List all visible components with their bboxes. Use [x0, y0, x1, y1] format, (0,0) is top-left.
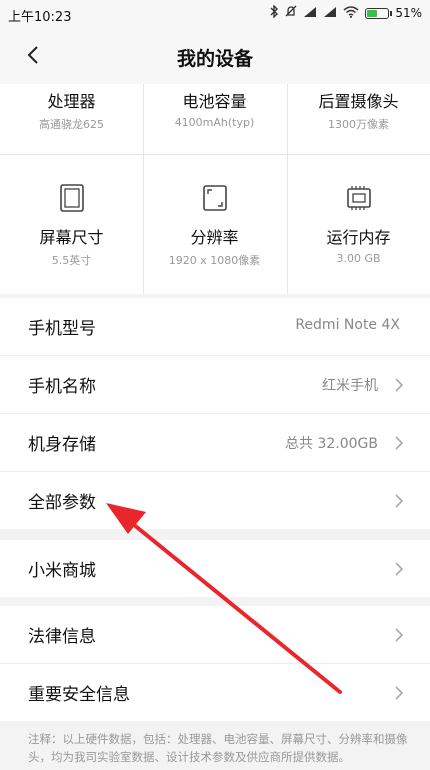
- legal-list: 法律信息 重要安全信息: [0, 606, 430, 721]
- row-label: 小米商城: [28, 561, 96, 581]
- chevron-right-icon: [394, 627, 404, 643]
- spec-screen-size: 屏幕尺寸 5.5英寸: [0, 184, 143, 268]
- row-label: 手机名称: [28, 377, 96, 397]
- signal-icon-1: [303, 6, 317, 21]
- status-icons: 51%: [269, 4, 422, 21]
- wifi-icon: [343, 5, 359, 21]
- row-legal-info[interactable]: 法律信息: [0, 606, 430, 664]
- row-label: 重要安全信息: [28, 685, 130, 705]
- row-value: 总共 32.00GB: [285, 436, 378, 452]
- grid-divider: [0, 154, 430, 155]
- chevron-right-icon: [394, 377, 404, 393]
- row-label: 法律信息: [28, 627, 96, 647]
- spec-title: 处理器: [47, 92, 96, 111]
- chevron-right-icon: [394, 685, 404, 701]
- footnote: 注释：以上硬件数据，包括：处理器、电池容量、屏幕尺寸、分辨率和摄像头，均为我司实…: [28, 732, 408, 764]
- spec-value: 1300万像素: [328, 118, 389, 131]
- row-phone-name[interactable]: 手机名称 红米手机: [0, 356, 430, 414]
- row-value: Redmi Note 4X: [295, 317, 400, 333]
- row-storage[interactable]: 机身存储 总共 32.00GB: [0, 414, 430, 472]
- signal-icon-2: [323, 6, 337, 21]
- battery-icon: [365, 7, 393, 19]
- row-mi-store[interactable]: 小米商城: [0, 540, 430, 597]
- spec-battery: 电池容量 4100mAh(typ): [143, 88, 286, 129]
- spec-value: 4100mAh(typ): [174, 116, 255, 129]
- spec-title: 屏幕尺寸: [39, 228, 104, 247]
- row-all-params[interactable]: 全部参数: [0, 472, 430, 529]
- spec-processor: 处理器 高通骁龙625: [0, 88, 143, 132]
- row-safety-info[interactable]: 重要安全信息: [0, 664, 430, 721]
- row-value: 红米手机: [322, 378, 378, 394]
- page-title: 我的设备: [176, 48, 253, 70]
- mute-icon: [285, 5, 297, 21]
- memory-chip-icon: [287, 184, 430, 216]
- chevron-right-icon: [394, 561, 404, 577]
- status-time: 上午10:23: [8, 10, 72, 25]
- row-phone-model: 手机型号 Redmi Note 4X: [0, 298, 430, 356]
- store-list: 小米商城: [0, 540, 430, 597]
- nav-bar: 我的设备: [0, 28, 430, 84]
- spec-resolution: 分辨率 1920 x 1080像素: [143, 184, 286, 268]
- spec-ram: 运行内存 3.00 GB: [287, 184, 430, 265]
- chevron-right-icon: [394, 435, 404, 451]
- resolution-icon: [143, 184, 286, 216]
- device-info-list: 手机型号 Redmi Note 4X 手机名称 红米手机 机身存储 总共 32.…: [0, 298, 430, 529]
- bluetooth-icon: [269, 4, 279, 21]
- spec-title: 运行内存: [326, 228, 391, 247]
- spec-grid: 处理器 高通骁龙625 电池容量 4100mAh(typ) 后置摄像头 1300…: [0, 84, 430, 294]
- spec-value: 1920 x 1080像素: [168, 254, 261, 267]
- spec-rear-camera: 后置摄像头 1300万像素: [287, 88, 430, 132]
- spec-value: 5.5英寸: [51, 254, 92, 267]
- spec-value: 高通骁龙625: [39, 118, 104, 131]
- row-label: 手机型号: [28, 319, 96, 339]
- battery-fill: [367, 9, 378, 17]
- battery-percent: 51%: [395, 6, 422, 20]
- status-bar: 上午10:23 51%: [0, 0, 430, 28]
- row-label: 机身存储: [28, 435, 96, 455]
- spec-title: 电池容量: [182, 92, 247, 111]
- screen-size-icon: [0, 184, 143, 216]
- spec-title: 分辨率: [190, 228, 239, 247]
- chevron-right-icon: [394, 493, 404, 509]
- row-label: 全部参数: [28, 493, 96, 513]
- spec-title: 后置摄像头: [318, 92, 399, 111]
- spec-value: 3.00 GB: [336, 252, 381, 265]
